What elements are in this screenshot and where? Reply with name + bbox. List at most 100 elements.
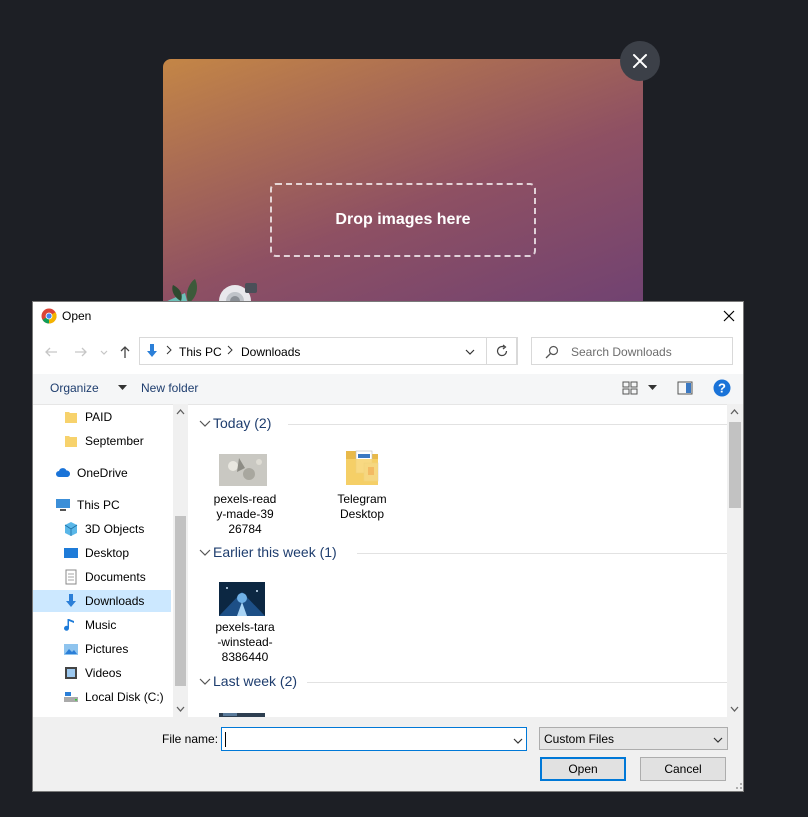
scroll-up-icon[interactable] bbox=[730, 409, 739, 415]
music-icon bbox=[64, 619, 74, 631]
chevron-down-icon bbox=[713, 737, 723, 743]
breadcrumb-downloads[interactable]: Downloads bbox=[241, 345, 300, 359]
file-list-scrollbar[interactable] bbox=[727, 404, 743, 717]
view-chevron-icon[interactable] bbox=[648, 385, 657, 391]
chevron-down-icon[interactable] bbox=[464, 347, 476, 357]
resize-grip-icon[interactable] bbox=[733, 780, 743, 790]
nav-item-3d-objects[interactable]: 3D Objects bbox=[33, 518, 171, 540]
dialog-close-icon[interactable] bbox=[721, 308, 737, 324]
file-name-line: 8386440 bbox=[221, 650, 269, 664]
file-name-line: pexels-read bbox=[213, 492, 277, 506]
nav-item-label: September bbox=[85, 434, 144, 448]
help-icon[interactable]: ? bbox=[713, 379, 731, 397]
file-list-scroll-thumb[interactable] bbox=[729, 422, 741, 508]
file-name-label: File name: bbox=[162, 732, 219, 746]
file-name-line: 26784 bbox=[228, 522, 262, 536]
cube-icon bbox=[64, 522, 78, 536]
nav-item-label: This PC bbox=[77, 498, 120, 512]
computer-icon bbox=[56, 499, 70, 511]
download-icon bbox=[147, 344, 157, 357]
scroll-down-icon[interactable] bbox=[730, 706, 739, 712]
group-label: Today (2) bbox=[213, 415, 272, 431]
file-item-pexels-ready-made[interactable]: pexels-read y-made-39 26784 bbox=[207, 448, 283, 538]
breadcrumb-chevron-icon bbox=[166, 345, 172, 355]
search-box[interactable]: Search Downloads bbox=[531, 337, 733, 365]
back-arrow-icon[interactable] bbox=[43, 344, 59, 360]
organize-chevron-icon[interactable] bbox=[118, 385, 127, 391]
drop-zone-label: Drop images here bbox=[335, 211, 471, 228]
nav-item-september[interactable]: September bbox=[33, 430, 171, 452]
nav-item-downloads[interactable]: Downloads bbox=[33, 590, 171, 612]
scroll-up-icon[interactable] bbox=[176, 409, 185, 415]
up-arrow-icon[interactable] bbox=[117, 344, 133, 360]
cloud-icon bbox=[56, 468, 71, 477]
close-icon bbox=[633, 54, 647, 68]
scroll-down-icon[interactable] bbox=[176, 706, 185, 712]
close-modal-button[interactable] bbox=[620, 41, 660, 81]
file-name-input[interactable] bbox=[221, 727, 527, 751]
desktop-icon bbox=[64, 548, 78, 558]
group-label: Last week (2) bbox=[213, 673, 298, 689]
folder-icon bbox=[65, 436, 77, 447]
view-options-icon[interactable] bbox=[622, 381, 638, 395]
nav-item-label: Music bbox=[85, 618, 117, 632]
group-label: Earlier this week (1) bbox=[213, 544, 337, 560]
text-caret bbox=[225, 732, 226, 747]
organize-button[interactable]: Organize bbox=[50, 381, 99, 395]
preview-pane-icon[interactable] bbox=[677, 381, 693, 395]
open-button-label: Open bbox=[568, 762, 598, 776]
chevron-down-icon[interactable] bbox=[512, 736, 524, 746]
group-divider bbox=[307, 682, 727, 683]
refresh-button[interactable] bbox=[486, 337, 518, 365]
nav-item-videos[interactable]: Videos bbox=[33, 662, 171, 684]
file-item-pexels-tara-winstead[interactable]: pexels-tara -winstead- 8386440 bbox=[207, 580, 283, 670]
nav-item-onedrive[interactable]: OneDrive bbox=[33, 462, 171, 484]
open-file-dialog: Open This PC Downloads Search Downloads … bbox=[32, 301, 744, 792]
drop-zone[interactable]: Drop images here bbox=[270, 183, 536, 257]
forward-arrow-icon[interactable] bbox=[73, 344, 89, 360]
nav-item-label: Videos bbox=[85, 666, 122, 680]
navigation-bar: This PC Downloads Search Downloads bbox=[33, 336, 743, 368]
nav-item-label: 3D Objects bbox=[85, 522, 145, 536]
file-item-telegram-desktop[interactable]: Telegram Desktop bbox=[324, 448, 400, 521]
videos-icon bbox=[65, 667, 77, 679]
nav-item-paid[interactable]: PAID bbox=[33, 406, 171, 428]
group-divider bbox=[357, 553, 727, 554]
dialog-titlebar: Open bbox=[33, 302, 743, 330]
breadcrumb-chevron-icon bbox=[227, 345, 233, 355]
file-name-line: y-made-39 bbox=[216, 507, 274, 521]
nav-item-local-disk[interactable]: Local Disk (C:) bbox=[33, 686, 171, 708]
upload-modal: Drop images here bbox=[163, 59, 643, 319]
chevron-down-icon bbox=[199, 549, 211, 556]
chevron-down-icon bbox=[199, 420, 211, 427]
nav-item-documents[interactable]: Documents bbox=[33, 566, 171, 588]
image-thumbnail-icon bbox=[219, 454, 267, 486]
file-list: Today (2) pexels-read y-made-39 26784 Te… bbox=[189, 404, 727, 717]
nav-pane-scroll-thumb[interactable] bbox=[175, 516, 186, 686]
search-placeholder: Search Downloads bbox=[571, 345, 672, 359]
file-type-value: Custom Files bbox=[544, 732, 615, 746]
nav-item-pictures[interactable]: Pictures bbox=[33, 638, 171, 660]
download-icon bbox=[66, 594, 76, 607]
nav-item-desktop[interactable]: Desktop bbox=[33, 542, 171, 564]
pictures-icon bbox=[64, 644, 78, 655]
search-icon bbox=[545, 345, 559, 359]
address-bar[interactable]: This PC Downloads bbox=[139, 337, 517, 365]
new-folder-button[interactable]: New folder bbox=[141, 381, 198, 395]
drive-icon bbox=[64, 692, 78, 702]
breadcrumb-this-pc[interactable]: This PC bbox=[179, 345, 222, 359]
nav-pane-scrollbar[interactable] bbox=[173, 404, 188, 717]
nav-item-label: PAID bbox=[85, 410, 113, 424]
cancel-button[interactable]: Cancel bbox=[640, 757, 726, 781]
file-type-select[interactable]: Custom Files bbox=[539, 727, 728, 750]
open-button[interactable]: Open bbox=[540, 757, 626, 781]
nav-item-music[interactable]: Music bbox=[33, 614, 171, 636]
dialog-title: Open bbox=[62, 309, 92, 323]
nav-item-label: OneDrive bbox=[77, 466, 128, 480]
recent-locations-chevron-icon[interactable] bbox=[99, 344, 109, 360]
command-toolbar: Organize New folder ? bbox=[33, 374, 743, 405]
nav-item-label: Downloads bbox=[85, 594, 145, 608]
nav-item-this-pc[interactable]: This PC bbox=[33, 494, 171, 516]
group-divider bbox=[288, 424, 727, 425]
cancel-button-label: Cancel bbox=[664, 762, 702, 776]
